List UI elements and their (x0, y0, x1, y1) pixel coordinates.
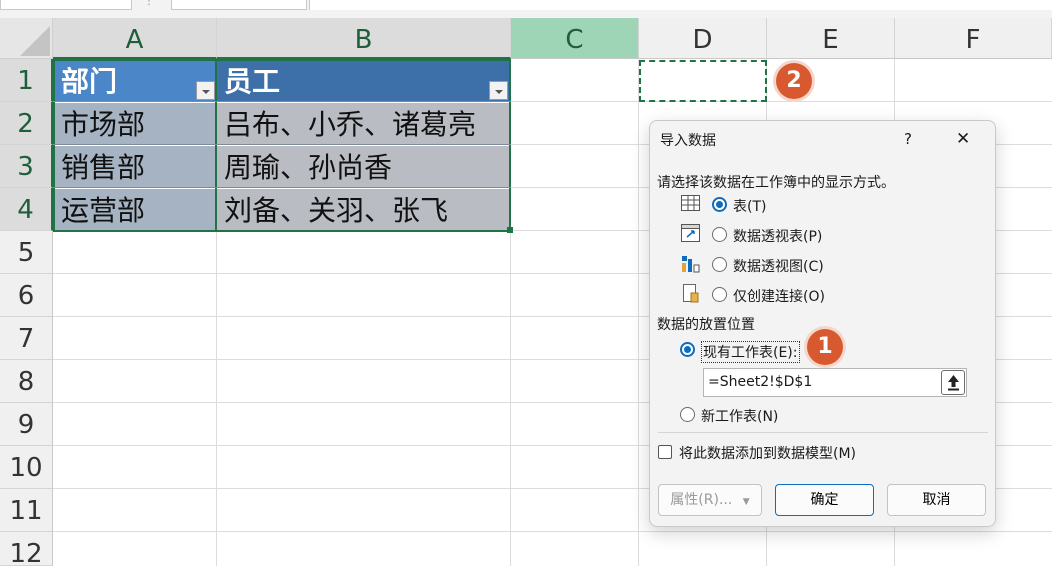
placement-label: 数据的放置位置 (657, 317, 755, 333)
select-all-triangle-icon (20, 26, 50, 56)
row-header-12[interactable]: 12 (0, 532, 53, 569)
display-option-pivot-chart-label[interactable]: 数据透视图(C) (733, 256, 824, 276)
chevron-down-icon: ▼ (742, 497, 750, 507)
connection-only-icon (683, 284, 699, 303)
add-to-model-label[interactable]: 将此数据添加到数据模型(M) (679, 443, 856, 463)
display-option-table-label[interactable]: 表(T) (733, 196, 766, 216)
display-option-pivot-chart-radio[interactable] (712, 257, 727, 272)
add-to-model-checkbox[interactable] (658, 445, 672, 459)
existing-sheet-radio[interactable] (680, 342, 695, 357)
row-header-7[interactable]: 7 (0, 317, 53, 360)
display-option-table-radio[interactable] (712, 197, 727, 212)
pivot-table-icon (681, 224, 700, 242)
display-option-pivot-table-label[interactable]: 数据透视表(P) (733, 226, 822, 246)
close-button[interactable]: ✕ (956, 129, 970, 149)
dialog-title: 导入数据 (660, 133, 716, 149)
row-header-8[interactable]: 8 (0, 360, 53, 403)
row-header-1[interactable]: 1 (0, 59, 53, 102)
formula-input[interactable] (309, 0, 1052, 10)
properties-button[interactable]: 属性(R)... ▼ (658, 484, 762, 516)
row-header-10[interactable]: 10 (0, 446, 53, 489)
column-header-b[interactable]: B (217, 18, 511, 59)
selection-border (53, 59, 511, 232)
range-input[interactable]: =Sheet2!$D$1 (703, 368, 967, 397)
pivot-chart-icon (681, 255, 700, 273)
fill-handle[interactable] (507, 227, 513, 233)
column-header-f[interactable]: F (895, 18, 1052, 59)
new-sheet-radio[interactable] (680, 407, 695, 422)
row-header-3[interactable]: 3 (0, 145, 53, 188)
formula-bar-divider-icon: ⋮ (144, 0, 154, 7)
table-row-divider (53, 144, 511, 145)
gridline (638, 59, 639, 566)
display-option-connection-only-radio[interactable] (712, 287, 727, 302)
display-option-pivot-table-radio[interactable] (712, 227, 727, 242)
gridline (53, 531, 1052, 532)
table-row-divider (53, 101, 511, 102)
import-data-dialog: 导入数据 ? ✕ 请选择该数据在工作簿中的显示方式。 表(T) 数据透视表(P)… (649, 120, 996, 527)
table-column-divider (215, 59, 217, 232)
table-row-divider (53, 187, 511, 188)
destination-cell-d1[interactable] (639, 60, 767, 102)
row-header-4[interactable]: 4 (0, 188, 53, 231)
formula-buttons[interactable] (171, 0, 307, 10)
existing-sheet-label[interactable]: 现有工作表(E): (701, 341, 800, 363)
display-prompt: 请选择该数据在工作簿中的显示方式。 (657, 175, 895, 191)
display-option-connection-only-label[interactable]: 仅创建连接(O) (733, 286, 825, 306)
column-header-a[interactable]: A (53, 18, 217, 59)
new-sheet-label[interactable]: 新工作表(N) (701, 406, 778, 426)
row-header-5[interactable]: 5 (0, 231, 53, 274)
ok-button[interactable]: 确定 (775, 484, 874, 516)
row-header-11[interactable]: 11 (0, 489, 53, 532)
range-input-value: =Sheet2!$D$1 (708, 374, 813, 390)
help-button[interactable]: ? (904, 130, 912, 148)
range-picker-button[interactable] (941, 370, 965, 395)
step-badge-2: 2 (776, 63, 812, 99)
column-header-d[interactable]: D (639, 18, 767, 59)
row-header-9[interactable]: 9 (0, 403, 53, 446)
row-header-2[interactable]: 2 (0, 102, 53, 145)
step-badge-1: 1 (807, 329, 843, 365)
cancel-button[interactable]: 取消 (887, 484, 986, 516)
properties-button-label: 属性(R)... (670, 492, 733, 508)
table-icon (681, 195, 700, 211)
column-header-c[interactable]: C (511, 18, 639, 59)
row-header-6[interactable]: 6 (0, 274, 53, 317)
collapse-arrow-icon (948, 375, 959, 391)
divider (658, 432, 988, 433)
name-box[interactable] (0, 0, 132, 10)
column-header-e[interactable]: E (767, 18, 895, 59)
